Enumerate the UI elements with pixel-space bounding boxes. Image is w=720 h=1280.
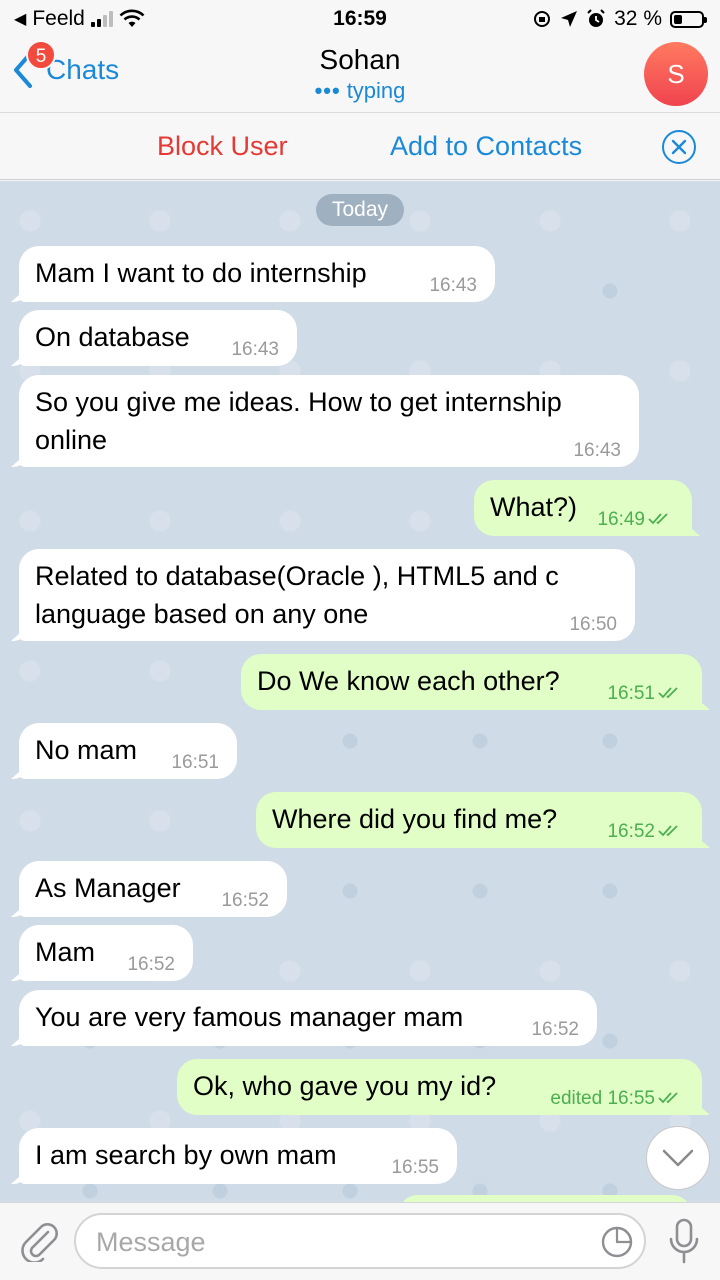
scroll-to-bottom-button[interactable]	[646, 1126, 710, 1190]
message-text: Where did you find me?	[272, 804, 558, 834]
message-outgoing[interactable]: Do We know each other? 16:51	[241, 654, 702, 710]
chevron-down-icon	[662, 1149, 694, 1167]
attach-icon[interactable]	[18, 1220, 60, 1262]
message-time: 16:52	[531, 1019, 579, 1040]
message-time: 16:55	[391, 1157, 439, 1178]
message-time: 16:51	[171, 752, 219, 773]
add-to-contacts-button[interactable]: Add to Contacts	[390, 131, 582, 162]
double-check-icon	[658, 687, 678, 699]
message-incoming[interactable]: Related to database(Oracle ), HTML5 and …	[19, 549, 635, 641]
chat-header: Chats 5 Sohan ••• typing S	[0, 36, 720, 112]
message-time: edited 16:55	[550, 1089, 684, 1109]
message-input[interactable]	[96, 1223, 576, 1261]
message-text: As Manager	[35, 873, 181, 903]
message-outgoing-partial	[398, 1195, 692, 1202]
message-time: 16:49	[597, 510, 674, 530]
message-incoming[interactable]: I am search by own mam 16:55	[19, 1128, 457, 1184]
message-text: Ok, who gave you my id?	[193, 1071, 497, 1101]
message-incoming[interactable]: As Manager 16:52	[19, 861, 287, 917]
message-time: 16:52	[127, 954, 175, 975]
double-check-icon	[648, 513, 668, 525]
message-outgoing[interactable]: What?) 16:49	[474, 480, 692, 536]
double-check-icon	[658, 1092, 678, 1104]
message-outgoing[interactable]: Ok, who gave you my id? edited 16:55	[177, 1059, 702, 1115]
battery-percent: 32 %	[614, 7, 662, 30]
battery-icon	[670, 10, 707, 28]
block-user-button[interactable]: Block User	[157, 131, 288, 162]
message-incoming[interactable]: So you give me ideas. How to get interns…	[19, 375, 639, 467]
message-time: 16:51	[607, 684, 684, 704]
message-incoming[interactable]: On database 16:43	[19, 310, 297, 366]
date-pill: Today	[316, 194, 404, 226]
contact-action-bar: Block User Add to Contacts	[0, 112, 720, 180]
message-text: So you give me ideas. How to get interns…	[35, 387, 562, 455]
message-outgoing[interactable]: Where did you find me? 16:52	[256, 792, 702, 848]
message-incoming[interactable]: You are very famous manager mam 16:52	[19, 990, 597, 1046]
typing-dots-icon: •••	[314, 78, 341, 103]
status-bar: ◀ Feeld 16:59 32 %	[0, 0, 720, 36]
message-time: 16:43	[573, 440, 621, 461]
message-text: On database	[35, 322, 190, 352]
message-field[interactable]	[74, 1213, 646, 1269]
message-incoming[interactable]: Mam 16:52	[19, 925, 193, 981]
message-text: No mam	[35, 735, 138, 765]
message-time: 16:43	[429, 275, 477, 296]
message-time: 16:43	[231, 339, 279, 360]
avatar[interactable]: S	[644, 42, 708, 106]
message-text: You are very famous manager mam	[35, 1002, 464, 1032]
mic-icon[interactable]	[666, 1217, 702, 1265]
message-text: Do We know each other?	[257, 666, 560, 696]
message-text: I am search by own mam	[35, 1140, 337, 1170]
message-text: Related to database(Oracle ), HTML5 and …	[35, 561, 559, 629]
message-list[interactable]: Today Mam I want to do internship 16:43 …	[0, 181, 720, 1202]
composer-bar	[0, 1202, 720, 1280]
status-right: 32 %	[532, 7, 707, 31]
double-check-icon	[658, 825, 678, 837]
message-incoming[interactable]: No mam 16:51	[19, 723, 237, 779]
message-time: 16:50	[569, 614, 617, 635]
message-incoming[interactable]: Mam I want to do internship 16:43	[19, 246, 495, 302]
message-time: 16:52	[221, 890, 269, 911]
typing-status: ••• typing	[0, 78, 720, 104]
chat-title[interactable]: Sohan	[0, 44, 720, 76]
typing-label: typing	[346, 78, 406, 103]
message-text: Mam I want to do internship	[35, 258, 367, 288]
message-text: What?)	[490, 492, 578, 522]
orientation-lock-icon	[534, 11, 551, 27]
message-time: 16:52	[607, 822, 684, 842]
sticker-icon[interactable]	[600, 1225, 634, 1259]
location-icon	[561, 11, 578, 27]
close-action-bar-button[interactable]	[662, 130, 696, 164]
message-text: Mam	[35, 937, 95, 967]
alarm-icon	[587, 9, 605, 27]
close-icon	[671, 139, 687, 155]
